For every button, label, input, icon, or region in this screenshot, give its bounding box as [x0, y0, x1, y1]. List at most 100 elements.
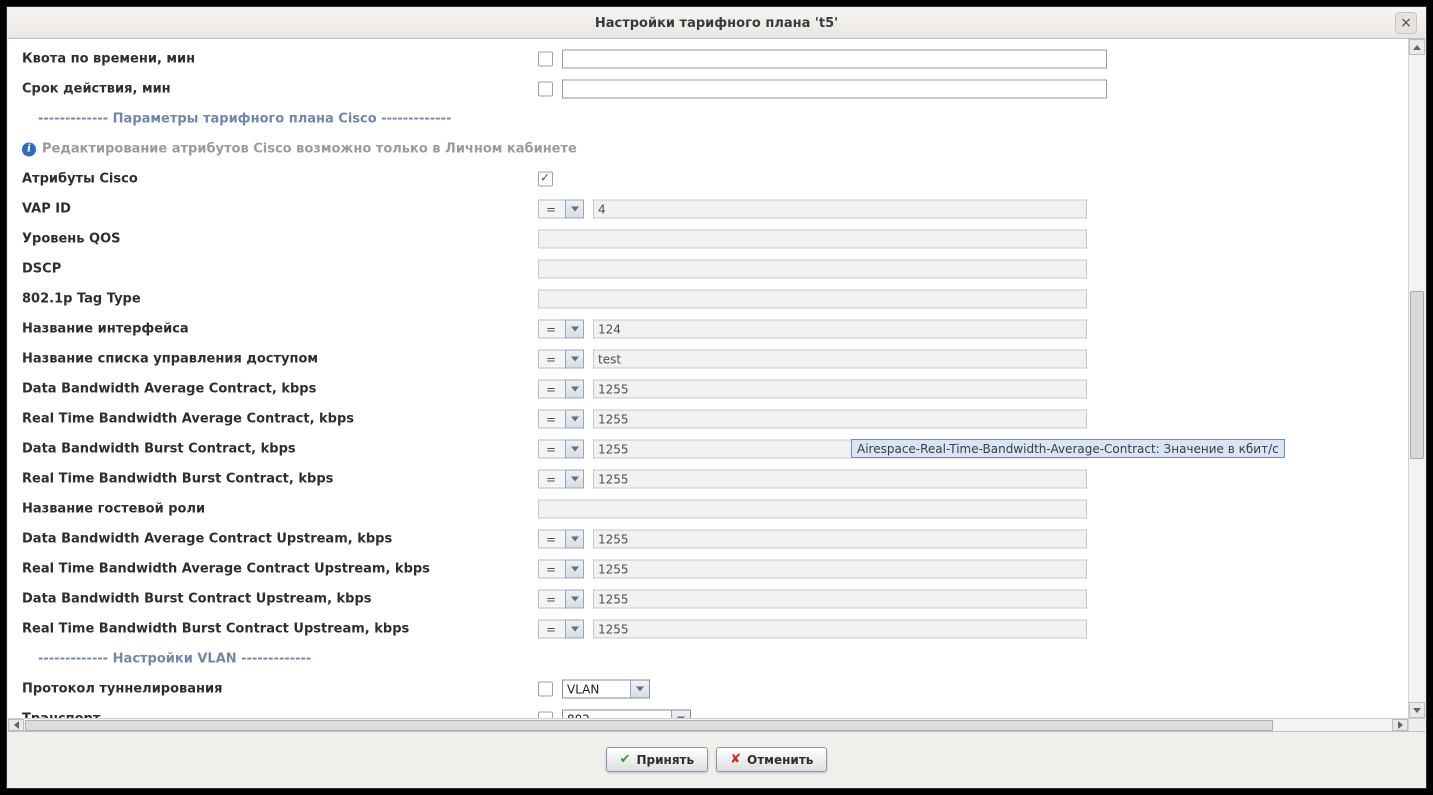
- operator-value: =: [538, 380, 565, 399]
- triangle-down-icon: [571, 207, 579, 212]
- field-label: 802.1p Tag Type: [22, 292, 141, 307]
- form-row: DSCP: [8, 254, 1408, 284]
- checkbox[interactable]: [538, 682, 553, 697]
- text-input[interactable]: [562, 50, 1107, 69]
- chevron-down-icon[interactable]: [565, 530, 584, 549]
- field-label: Атрибуты Cisco: [22, 172, 138, 187]
- operator-combo[interactable]: =: [538, 320, 584, 339]
- field-controls: [538, 290, 1087, 309]
- field-label: Real Time Bandwidth Burst Contract, kbps: [22, 472, 333, 487]
- horizontal-scrollbar-thumb[interactable]: [25, 720, 1273, 731]
- triangle-down-icon: [571, 387, 579, 392]
- operator-combo[interactable]: =: [538, 410, 584, 429]
- text-input: [593, 470, 1087, 489]
- dropdown-value: VLAN: [563, 681, 630, 698]
- field-label: Срок действия, мин: [22, 82, 171, 97]
- operator-value: =: [538, 410, 565, 429]
- triangle-down-icon: [571, 627, 579, 632]
- form-row: Название списка управления доступом =: [8, 344, 1408, 374]
- form-row: Data Bandwidth Burst Contract Upstream, …: [8, 584, 1408, 614]
- field-controls: [538, 50, 1107, 69]
- tooltip: Airespace-Real-Time-Bandwidth-Average-Co…: [851, 439, 1285, 458]
- operator-combo[interactable]: =: [538, 530, 584, 549]
- triangle-down-icon: [571, 447, 579, 452]
- dropdown-select[interactable]: VLAN: [562, 680, 650, 699]
- operator-value: =: [538, 440, 565, 459]
- operator-combo[interactable]: =: [538, 380, 584, 399]
- scroll-down-button[interactable]: [1409, 702, 1425, 718]
- cancel-label: Отменить: [747, 753, 813, 767]
- chevron-down-icon[interactable]: [565, 380, 584, 399]
- triangle-down-icon: [571, 357, 579, 362]
- operator-value: =: [538, 470, 565, 489]
- text-input: [593, 560, 1087, 579]
- vertical-scrollbar-thumb[interactable]: [1410, 291, 1424, 459]
- field-controls: =: [538, 350, 1087, 369]
- button-bar: ✔ Принять ✘ Отменить: [8, 731, 1425, 787]
- cancel-button[interactable]: ✘ Отменить: [716, 747, 827, 772]
- field-controls: VLAN: [538, 680, 650, 699]
- operator-combo[interactable]: =: [538, 560, 584, 579]
- chevron-down-icon[interactable]: [565, 620, 584, 639]
- checkbox[interactable]: [538, 52, 553, 67]
- chevron-down-icon[interactable]: [565, 440, 584, 459]
- info-note: iРедактирование атрибутов Cisco возможно…: [22, 142, 577, 157]
- checkbox[interactable]: [538, 82, 553, 97]
- text-input[interactable]: [562, 80, 1107, 99]
- vertical-scrollbar[interactable]: [1408, 39, 1425, 718]
- triangle-down-icon: [636, 687, 644, 692]
- accept-label: Принять: [637, 753, 695, 767]
- accept-button[interactable]: ✔ Принять: [606, 747, 709, 772]
- text-input: [593, 320, 1087, 339]
- close-icon[interactable]: ×: [1395, 12, 1417, 34]
- cross-icon: ✘: [730, 752, 741, 767]
- operator-combo[interactable]: =: [538, 200, 584, 219]
- scroll-left-button[interactable]: [8, 719, 24, 731]
- form-row: Real Time Bandwidth Average Contract, kb…: [8, 404, 1408, 434]
- chevron-down-icon[interactable]: [565, 410, 584, 429]
- chevron-down-icon[interactable]: [565, 320, 584, 339]
- field-controls: =: [538, 410, 1087, 429]
- triangle-down-icon: [571, 537, 579, 542]
- chevron-down-icon[interactable]: [565, 560, 584, 579]
- chevron-down-icon[interactable]: [630, 681, 649, 698]
- field-controls: =: [538, 530, 1087, 549]
- operator-combo[interactable]: =: [538, 620, 584, 639]
- section-header: ------------- Настройки VLAN -----------…: [38, 652, 311, 667]
- form-row: ------------- Параметры тарифного плана …: [8, 104, 1408, 134]
- text-input: [538, 230, 1087, 249]
- form-row: Real Time Bandwidth Burst Contract, kbps…: [8, 464, 1408, 494]
- operator-combo[interactable]: =: [538, 590, 584, 609]
- operator-combo[interactable]: =: [538, 470, 584, 489]
- field-label: Квота по времени, мин: [22, 52, 195, 67]
- chevron-down-icon[interactable]: [565, 590, 584, 609]
- chevron-down-icon[interactable]: [565, 470, 584, 489]
- scroll-right-button[interactable]: [1392, 719, 1408, 731]
- operator-value: =: [538, 560, 565, 579]
- triangle-down-icon: [571, 417, 579, 422]
- chevron-down-icon[interactable]: [565, 350, 584, 369]
- field-controls: =: [538, 590, 1087, 609]
- form-row: Data Bandwidth Average Contract, kbps=: [8, 374, 1408, 404]
- text-input: [538, 260, 1087, 279]
- scroll-up-button[interactable]: [1409, 39, 1425, 55]
- horizontal-scrollbar[interactable]: [8, 718, 1408, 732]
- text-input: [538, 290, 1087, 309]
- checkbox[interactable]: [538, 172, 553, 187]
- triangle-down-icon: [571, 597, 579, 602]
- text-input: [593, 200, 1087, 219]
- field-label: Real Time Bandwidth Average Contract Ups…: [22, 562, 430, 577]
- field-label: Протокол туннелирования: [22, 682, 222, 697]
- field-label: Название списка управления доступом: [22, 352, 318, 367]
- triangle-down-icon: [1413, 708, 1421, 713]
- form-row: ------------- Настройки VLAN -----------…: [8, 644, 1408, 674]
- field-label: Real Time Bandwidth Burst Contract Upstr…: [22, 622, 409, 637]
- info-icon: i: [22, 142, 36, 156]
- form-row: Протокол туннелирования VLAN: [8, 674, 1408, 704]
- triangle-left-icon: [14, 721, 19, 729]
- operator-combo[interactable]: =: [538, 350, 584, 369]
- triangle-down-icon: [571, 327, 579, 332]
- chevron-down-icon[interactable]: [565, 200, 584, 219]
- operator-combo[interactable]: =: [538, 440, 584, 459]
- text-input: [593, 590, 1087, 609]
